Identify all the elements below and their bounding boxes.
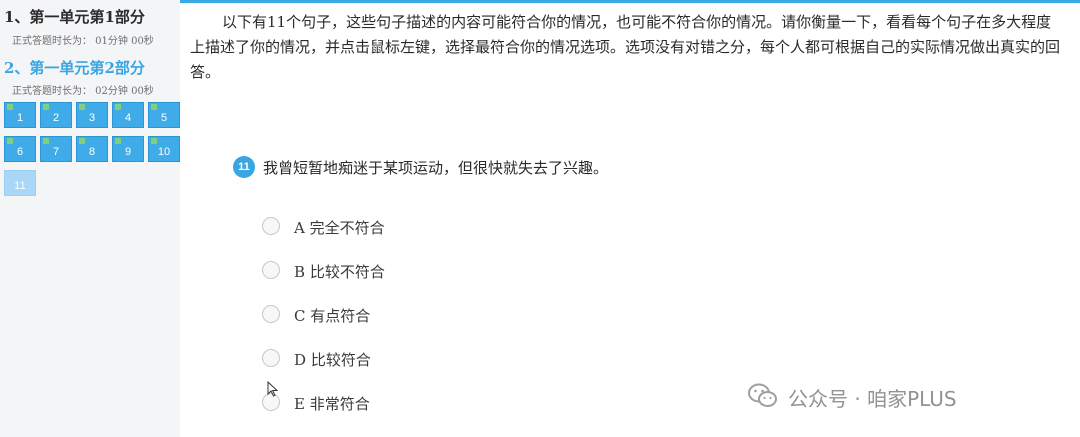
mouse-cursor-icon <box>267 381 279 397</box>
radio-button[interactable] <box>262 217 280 235</box>
question-cell[interactable]: 9 <box>112 136 144 162</box>
flag-icon <box>115 104 121 110</box>
flag-icon <box>151 138 157 144</box>
radio-button[interactable] <box>262 349 280 367</box>
watermark-text: 公众号 · 咱家PLUS <box>788 387 957 411</box>
flag-icon <box>115 138 121 144</box>
question-cell[interactable]: 1 <box>4 102 36 128</box>
option-label: A 完全不符合 <box>294 219 385 237</box>
radio-button[interactable] <box>262 261 280 279</box>
question-cell[interactable]: 3 <box>76 102 108 128</box>
question-cell[interactable]: 8 <box>76 136 108 162</box>
question-text: 我曾短暂地痴迷于某项运动，但很快就失去了兴趣。 <box>263 159 609 177</box>
question-grid: 1 2 3 4 5 6 7 8 9 10 11 <box>4 102 184 198</box>
flag-icon <box>79 104 85 110</box>
section-1-time: 正式答题时长为： 01分钟 00秒 <box>12 36 154 47</box>
question-cell[interactable]: 10 <box>148 136 180 162</box>
flag-icon <box>7 138 13 144</box>
question-cell[interactable]: 5 <box>148 102 180 128</box>
question-cell-current[interactable]: 11 <box>4 170 36 196</box>
question-number-badge: 11 <box>233 156 255 178</box>
flag-icon <box>43 138 49 144</box>
section-2-time: 正式答题时长为： 02分钟 00秒 <box>12 86 154 97</box>
question-cell[interactable]: 2 <box>40 102 72 128</box>
question-cell[interactable]: 7 <box>40 136 72 162</box>
question-cell[interactable]: 4 <box>112 102 144 128</box>
sidebar: 1、第一单元第1部分 正式答题时长为： 01分钟 00秒 2、第一单元第2部分 … <box>0 0 180 437</box>
wechat-icon <box>748 383 777 407</box>
flag-icon <box>151 104 157 110</box>
option-label: D 比较符合 <box>294 351 371 369</box>
section-2-title[interactable]: 2、第一单元第2部分 <box>4 57 145 78</box>
flag-icon <box>43 104 49 110</box>
flag-icon <box>79 138 85 144</box>
top-accent-line <box>180 0 1080 3</box>
flag-icon <box>7 104 13 110</box>
option-label: C 有点符合 <box>294 307 371 325</box>
instructions-text: 以下有11个句子，这些句子描述的内容可能符合你的情况，也可能不符合你的情况。请你… <box>190 13 1061 81</box>
radio-button[interactable] <box>262 305 280 323</box>
option-label: E 非常符合 <box>294 395 370 413</box>
question-cell[interactable]: 6 <box>4 136 36 162</box>
section-1-title[interactable]: 1、第一单元第1部分 <box>4 6 145 27</box>
option-label: B 比较不符合 <box>294 263 385 281</box>
